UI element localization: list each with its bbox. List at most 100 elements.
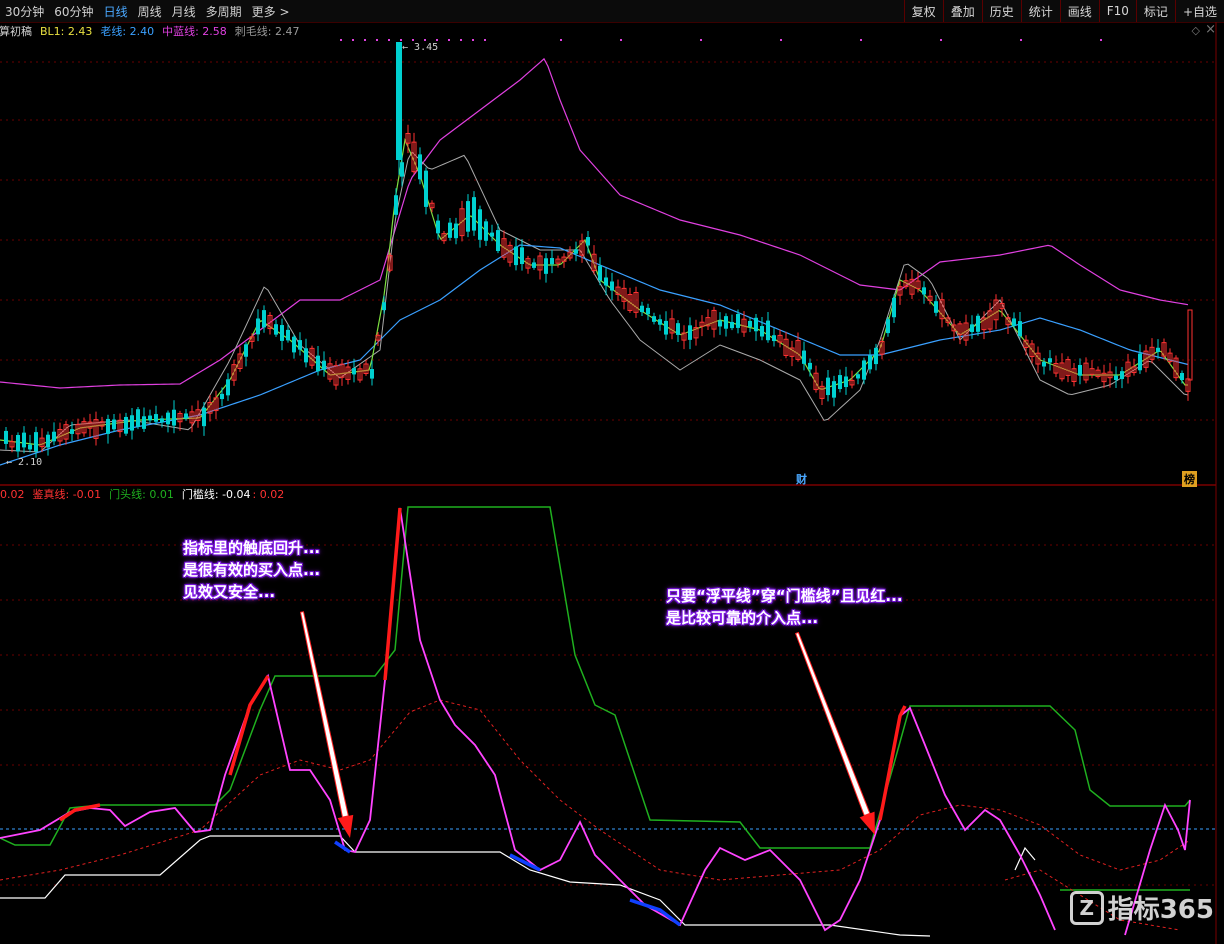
bl1-line (0, 137, 1188, 446)
signal-dot (1020, 39, 1022, 41)
candle-body-down (466, 201, 470, 232)
candle-body-down (604, 277, 608, 286)
candle-body-down (640, 305, 644, 313)
candle-body-down (868, 355, 872, 370)
candle-body-down (160, 418, 164, 423)
candle-body-down (304, 348, 308, 363)
annotation-left-line: 指标里的触底回升... (183, 539, 321, 557)
candle-body-down (1156, 347, 1160, 352)
candle-body-down (52, 431, 56, 442)
candle-body-down (280, 325, 284, 341)
candle-body-down (724, 316, 728, 329)
candle-body-down (256, 318, 260, 335)
candle-body-up (1187, 309, 1193, 381)
candle-body-down (16, 435, 20, 452)
candle-body-down (400, 162, 404, 177)
candle-body-down (130, 415, 134, 431)
candle-body-down (892, 297, 896, 318)
candle-body-down (1078, 364, 1082, 376)
annotation-right-line: 只要“浮平线”穿“门槛线”且见红... (666, 587, 903, 605)
candle-body-down (226, 379, 230, 396)
candle-body-down (322, 360, 326, 370)
candle-body-down (298, 340, 302, 350)
signal-dot (780, 39, 782, 41)
candle-body-down (826, 377, 830, 396)
annotation-left: 指标里的触底回升... 是很有效的买入点... 见效又安全... (183, 537, 320, 603)
candle-body-down (154, 414, 158, 422)
signal-dot (364, 39, 366, 41)
candle-body-down (34, 432, 38, 452)
candle-body-down (934, 301, 938, 313)
candle-body-down (736, 313, 740, 328)
menkan-line (0, 835, 931, 937)
candle-body-down (70, 429, 74, 434)
candle-body-down (550, 258, 554, 265)
jianzhen-rising-segment (228, 675, 270, 776)
fuping-line (0, 507, 1056, 932)
candle-body-down (472, 197, 476, 231)
signal-dot (700, 39, 702, 41)
candle-body-down (658, 319, 662, 325)
candle-body-down (316, 355, 320, 372)
jianzhen-rising-segment (878, 705, 907, 821)
annotation-right-line: 是比较可靠的介入点... (666, 609, 819, 627)
signal-dot (1100, 39, 1102, 41)
candle-body-down (532, 262, 536, 268)
signal-dot (388, 39, 390, 41)
sub-chart (0, 506, 1191, 937)
candle-body-down (676, 323, 680, 335)
ranking-marker[interactable]: 榜 (1182, 471, 1197, 487)
candle-body-down (370, 369, 374, 379)
candle-body-down (520, 247, 524, 265)
lower-band-line (0, 151, 1189, 453)
candle-body-down (436, 220, 440, 234)
candle-body-down (418, 154, 422, 180)
candle-body-down (646, 307, 650, 315)
candle-body-down (586, 237, 590, 246)
watermark: Z 指标365 (1069, 889, 1214, 926)
signal-dot (620, 39, 622, 41)
laoxian-line (0, 244, 1189, 466)
signal-dot (940, 39, 942, 41)
candle-body-down (172, 409, 176, 426)
signal-dot (400, 39, 402, 41)
low-price-value: 2.10 (18, 457, 43, 468)
high-price-label: ← 3.45 (402, 42, 439, 53)
candle-body-down (598, 265, 602, 281)
candle-body-down (46, 434, 50, 448)
signal-dot (340, 39, 342, 41)
candle-body-down (184, 413, 188, 419)
signal-dot (352, 39, 354, 41)
candle-body-down (220, 393, 224, 400)
candle-body-down (844, 376, 848, 388)
arrow-head (859, 811, 875, 835)
candle-body-down (22, 432, 26, 448)
kline-chart[interactable] (0, 0, 1224, 944)
main-chart (0, 39, 1193, 466)
candle-body-down (976, 315, 980, 332)
candle-body-down (970, 324, 974, 332)
candle-body-down (760, 326, 764, 337)
finance-marker[interactable]: 财 (794, 471, 809, 487)
signal-dot (560, 39, 562, 41)
annotation-right: 只要“浮平线”穿“门槛线”且见红... 是比较可靠的介入点... (666, 585, 903, 629)
candle-body-down (394, 195, 398, 215)
candle-body-down (1042, 362, 1046, 367)
candle-body-down (802, 350, 806, 364)
candle-body-down (1120, 371, 1124, 380)
candle-body-down (382, 302, 386, 311)
candle-body-down (496, 230, 500, 251)
candle-body-down (1012, 318, 1016, 326)
candle-body-down (142, 416, 146, 429)
candle-body-down (652, 316, 656, 322)
watermark-logo: Z (1069, 890, 1104, 925)
mentou-line (0, 506, 1191, 849)
candle-body-down (352, 368, 356, 375)
candle-body-down (112, 419, 116, 430)
candle-body-down (478, 209, 482, 240)
candle-body-down (202, 407, 206, 427)
candle-body-down (874, 347, 878, 365)
annotation-arrow-left (299, 611, 354, 838)
signal-dot (376, 39, 378, 41)
candle-body-down (1018, 321, 1022, 337)
